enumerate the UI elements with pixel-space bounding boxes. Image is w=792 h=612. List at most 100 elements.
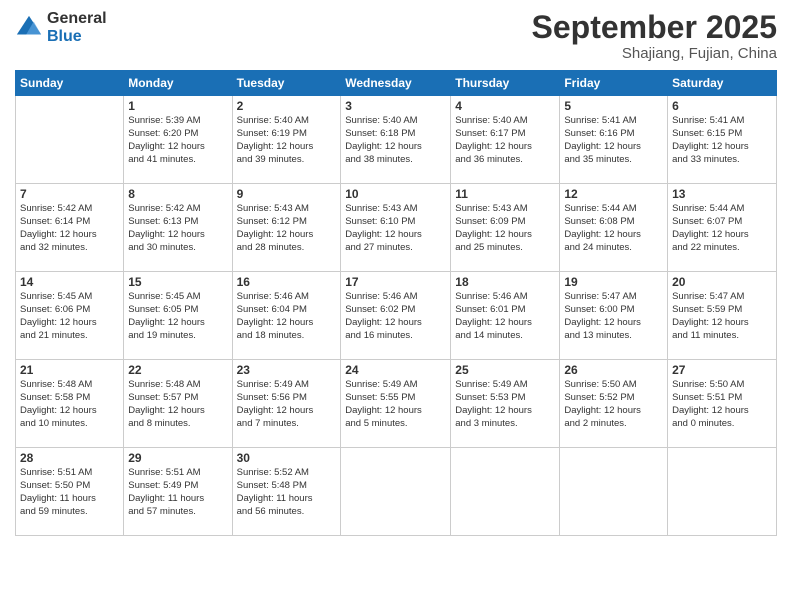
calendar-header-tuesday: Tuesday [232, 71, 341, 96]
calendar-cell [341, 448, 451, 536]
day-number: 19 [564, 275, 663, 289]
day-info: Sunrise: 5:40 AM Sunset: 6:19 PM Dayligh… [237, 115, 337, 166]
calendar-cell: 16 Sunrise: 5:46 AM Sunset: 6:04 PM Dayli… [232, 272, 341, 360]
week-row-1: 1 Sunrise: 5:39 AM Sunset: 6:20 PM Daylig… [16, 96, 777, 184]
calendar-cell: 14Sunrise: 5:45 AM Sunset: 6:06 PM Dayli… [16, 272, 124, 360]
calendar-cell: 26 Sunrise: 5:50 AM Sunset: 5:52 PM Dayli… [560, 360, 668, 448]
day-info: Sunrise: 5:41 AM Sunset: 6:16 PM Dayligh… [564, 115, 663, 166]
day-info: Sunrise: 5:42 AM Sunset: 6:13 PM Dayligh… [128, 203, 227, 254]
calendar-cell: 30Sunrise: 5:52 AM Sunset: 5:48 PM Dayli… [232, 448, 341, 536]
calendar-cell: 27Sunrise: 5:50 AM Sunset: 5:51 PM Dayli… [668, 360, 777, 448]
calendar-header-monday: Monday [124, 71, 232, 96]
day-info: Sunrise: 5:41 AM Sunset: 6:15 PM Dayligh… [672, 115, 772, 166]
calendar-header-friday: Friday [560, 71, 668, 96]
calendar-header-thursday: Thursday [451, 71, 560, 96]
day-info: Sunrise: 5:43 AM Sunset: 6:12 PM Dayligh… [237, 203, 337, 254]
day-info: Sunrise: 5:47 AM Sunset: 6:00 PM Dayligh… [564, 291, 663, 342]
day-info: Sunrise: 5:48 AM Sunset: 5:58 PM Dayligh… [20, 379, 119, 430]
calendar-header-wednesday: Wednesday [341, 71, 451, 96]
day-info: Sunrise: 5:43 AM Sunset: 6:10 PM Dayligh… [345, 203, 446, 254]
day-info: Sunrise: 5:40 AM Sunset: 6:18 PM Dayligh… [345, 115, 446, 166]
location: Shajiang, Fujian, China [532, 45, 777, 62]
day-number: 13 [672, 187, 772, 201]
day-info: Sunrise: 5:46 AM Sunset: 6:02 PM Dayligh… [345, 291, 446, 342]
day-number: 3 [345, 99, 446, 113]
month-title: September 2025 [532, 10, 777, 45]
day-number: 18 [455, 275, 555, 289]
calendar-cell [16, 96, 124, 184]
day-info: Sunrise: 5:44 AM Sunset: 6:08 PM Dayligh… [564, 203, 663, 254]
day-number: 20 [672, 275, 772, 289]
calendar-cell: 28Sunrise: 5:51 AM Sunset: 5:50 PM Dayli… [16, 448, 124, 536]
day-info: Sunrise: 5:42 AM Sunset: 6:14 PM Dayligh… [20, 203, 119, 254]
week-row-4: 21 Sunrise: 5:48 AM Sunset: 5:58 PM Dayli… [16, 360, 777, 448]
day-number: 21 [20, 363, 119, 377]
day-number: 15 [128, 275, 227, 289]
day-number: 2 [237, 99, 337, 113]
calendar-cell: 8 Sunrise: 5:42 AM Sunset: 6:13 PM Daylig… [124, 184, 232, 272]
day-number: 24 [345, 363, 446, 377]
calendar-header-row: SundayMondayTuesdayWednesdayThursdayFrid… [16, 71, 777, 96]
calendar: SundayMondayTuesdayWednesdayThursdayFrid… [15, 70, 777, 536]
logo-icon [15, 14, 43, 42]
day-number: 1 [128, 99, 227, 113]
calendar-cell: 11 Sunrise: 5:43 AM Sunset: 6:09 PM Dayli… [451, 184, 560, 272]
calendar-cell: 5 Sunrise: 5:41 AM Sunset: 6:16 PM Daylig… [560, 96, 668, 184]
day-number: 10 [345, 187, 446, 201]
calendar-cell [560, 448, 668, 536]
day-info: Sunrise: 5:49 AM Sunset: 5:56 PM Dayligh… [237, 379, 337, 430]
day-number: 7 [20, 187, 119, 201]
week-row-2: 7 Sunrise: 5:42 AM Sunset: 6:14 PM Daylig… [16, 184, 777, 272]
day-info: Sunrise: 5:51 AM Sunset: 5:49 PM Dayligh… [128, 467, 227, 518]
calendar-cell: 9 Sunrise: 5:43 AM Sunset: 6:12 PM Daylig… [232, 184, 341, 272]
day-info: Sunrise: 5:46 AM Sunset: 6:01 PM Dayligh… [455, 291, 555, 342]
day-info: Sunrise: 5:49 AM Sunset: 5:53 PM Dayligh… [455, 379, 555, 430]
calendar-cell: 7 Sunrise: 5:42 AM Sunset: 6:14 PM Daylig… [16, 184, 124, 272]
day-number: 30 [237, 451, 337, 465]
day-info: Sunrise: 5:49 AM Sunset: 5:55 PM Dayligh… [345, 379, 446, 430]
calendar-cell: 10 Sunrise: 5:43 AM Sunset: 6:10 PM Dayli… [341, 184, 451, 272]
calendar-cell: 2 Sunrise: 5:40 AM Sunset: 6:19 PM Daylig… [232, 96, 341, 184]
calendar-cell: 12 Sunrise: 5:44 AM Sunset: 6:08 PM Dayli… [560, 184, 668, 272]
day-info: Sunrise: 5:39 AM Sunset: 6:20 PM Dayligh… [128, 115, 227, 166]
day-number: 25 [455, 363, 555, 377]
day-info: Sunrise: 5:46 AM Sunset: 6:04 PM Dayligh… [237, 291, 337, 342]
calendar-header-sunday: Sunday [16, 71, 124, 96]
calendar-cell: 22 Sunrise: 5:48 AM Sunset: 5:57 PM Dayli… [124, 360, 232, 448]
day-number: 8 [128, 187, 227, 201]
calendar-header-saturday: Saturday [668, 71, 777, 96]
day-number: 17 [345, 275, 446, 289]
calendar-cell [451, 448, 560, 536]
week-row-3: 14Sunrise: 5:45 AM Sunset: 6:06 PM Dayli… [16, 272, 777, 360]
day-info: Sunrise: 5:50 AM Sunset: 5:52 PM Dayligh… [564, 379, 663, 430]
day-number: 9 [237, 187, 337, 201]
calendar-cell: 4Sunrise: 5:40 AM Sunset: 6:17 PM Daylig… [451, 96, 560, 184]
day-info: Sunrise: 5:51 AM Sunset: 5:50 PM Dayligh… [20, 467, 119, 518]
day-info: Sunrise: 5:45 AM Sunset: 6:05 PM Dayligh… [128, 291, 227, 342]
day-number: 16 [237, 275, 337, 289]
day-info: Sunrise: 5:48 AM Sunset: 5:57 PM Dayligh… [128, 379, 227, 430]
day-number: 12 [564, 187, 663, 201]
calendar-cell: 3 Sunrise: 5:40 AM Sunset: 6:18 PM Daylig… [341, 96, 451, 184]
day-number: 26 [564, 363, 663, 377]
day-info: Sunrise: 5:47 AM Sunset: 5:59 PM Dayligh… [672, 291, 772, 342]
day-info: Sunrise: 5:44 AM Sunset: 6:07 PM Dayligh… [672, 203, 772, 254]
calendar-cell: 25 Sunrise: 5:49 AM Sunset: 5:53 PM Dayli… [451, 360, 560, 448]
day-number: 27 [672, 363, 772, 377]
day-info: Sunrise: 5:43 AM Sunset: 6:09 PM Dayligh… [455, 203, 555, 254]
calendar-cell: 20 Sunrise: 5:47 AM Sunset: 5:59 PM Dayli… [668, 272, 777, 360]
day-number: 6 [672, 99, 772, 113]
week-row-5: 28Sunrise: 5:51 AM Sunset: 5:50 PM Dayli… [16, 448, 777, 536]
calendar-cell: 6 Sunrise: 5:41 AM Sunset: 6:15 PM Daylig… [668, 96, 777, 184]
calendar-cell: 24 Sunrise: 5:49 AM Sunset: 5:55 PM Dayli… [341, 360, 451, 448]
page: General Blue September 2025 Shajiang, Fu… [0, 0, 792, 612]
calendar-cell: 19 Sunrise: 5:47 AM Sunset: 6:00 PM Dayli… [560, 272, 668, 360]
day-number: 5 [564, 99, 663, 113]
day-number: 22 [128, 363, 227, 377]
day-number: 29 [128, 451, 227, 465]
calendar-cell: 29 Sunrise: 5:51 AM Sunset: 5:49 PM Dayli… [124, 448, 232, 536]
calendar-cell: 23Sunrise: 5:49 AM Sunset: 5:56 PM Dayli… [232, 360, 341, 448]
day-number: 14 [20, 275, 119, 289]
logo-text: General Blue [47, 10, 107, 46]
day-number: 11 [455, 187, 555, 201]
